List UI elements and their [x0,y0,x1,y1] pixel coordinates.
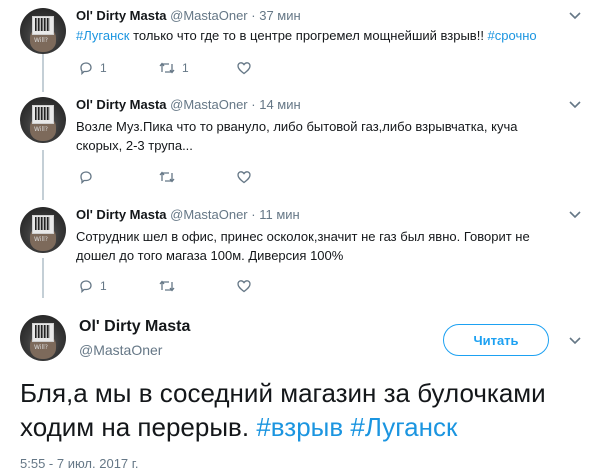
like-button[interactable] [236,278,258,294]
tweet-actions: 1 1 [76,60,336,78]
author-name[interactable]: Ol' Dirty Masta [76,8,167,23]
tweet-text: Возле Муз.Пика что то рвануло, либо быто… [76,119,518,153]
tweet-time[interactable]: 37 мин [259,8,300,23]
heart-icon [237,62,251,75]
reply-count: 1 [100,61,107,75]
reply-button[interactable]: 1 [78,278,107,294]
avatar[interactable]: Will? [20,97,66,143]
thread-tweet[interactable]: Will? Ol' Dirty Masta @MastaOner · 14 ми… [0,97,601,197]
tweet-header: Ol' Dirty Masta @MastaOner · 37 мин [76,8,301,23]
avatar[interactable]: Will? [20,315,66,361]
chevron-down-icon[interactable] [568,333,582,347]
hashtag-link[interactable]: #Луганск [350,412,457,442]
heart-icon [237,171,251,184]
tweet-text: #Луганск только что где то в центре прог… [76,28,537,43]
avatar[interactable]: Will? [20,207,66,253]
tweet-time[interactable]: 11 мин [259,207,300,222]
retweet-button[interactable]: 1 [158,60,189,76]
tweet-timestamp[interactable]: 5:55 - 7 июл. 2017 г. [20,456,139,469]
tweet-time[interactable]: 14 мин [259,97,300,112]
author-name[interactable]: Ol' Dirty Masta [79,318,190,336]
retweet-count: 1 [182,61,189,75]
retweet-icon [159,280,175,292]
like-button[interactable] [236,60,258,76]
reply-button[interactable]: 1 [78,60,107,76]
retweet-button[interactable] [158,278,182,294]
hashtag-link[interactable]: #взрыв [256,412,343,442]
tweet-actions [76,169,336,187]
tweet-header: Ol' Dirty Masta @MastaOner · 14 мин [76,97,301,112]
hashtag-link[interactable]: #Луганск [76,28,129,43]
tweet-text: Сотрудник шел в офис, принес осколок,зна… [76,229,530,263]
reply-icon [80,280,92,294]
follow-button[interactable]: Читать [443,324,549,356]
tweet-actions: 1 [76,278,336,296]
retweet-icon [159,62,175,74]
chevron-down-icon[interactable] [568,8,582,22]
author-name[interactable]: Ol' Dirty Masta [76,207,167,222]
main-tweet-text: Бля,а мы в соседний магазин за булочками… [20,378,546,442]
reply-icon [80,62,92,76]
hashtag-link[interactable]: #срочно [488,28,537,43]
thread-tweet[interactable]: Will? Ol' Dirty Masta @MastaOner · 37 ми… [0,8,601,88]
chevron-down-icon[interactable] [568,97,582,111]
reply-icon [80,171,92,185]
avatar[interactable]: Will? [20,8,66,54]
retweet-button[interactable] [158,169,182,185]
author-handle[interactable]: @MastaOner [79,342,162,358]
chevron-down-icon[interactable] [568,207,582,221]
retweet-icon [159,171,175,183]
reply-count: 1 [100,279,107,293]
reply-button[interactable] [78,169,100,185]
heart-icon [237,280,251,293]
thread-tweet[interactable]: Will? Ol' Dirty Masta @MastaOner · 11 ми… [0,207,601,302]
author-name[interactable]: Ol' Dirty Masta [76,97,167,112]
author-handle[interactable]: @MastaOner [170,207,248,222]
author-handle[interactable]: @MastaOner [170,97,248,112]
tweet-header: Ol' Dirty Masta @MastaOner · 11 мин [76,207,300,222]
like-button[interactable] [236,169,258,185]
author-handle[interactable]: @MastaOner [170,8,248,23]
